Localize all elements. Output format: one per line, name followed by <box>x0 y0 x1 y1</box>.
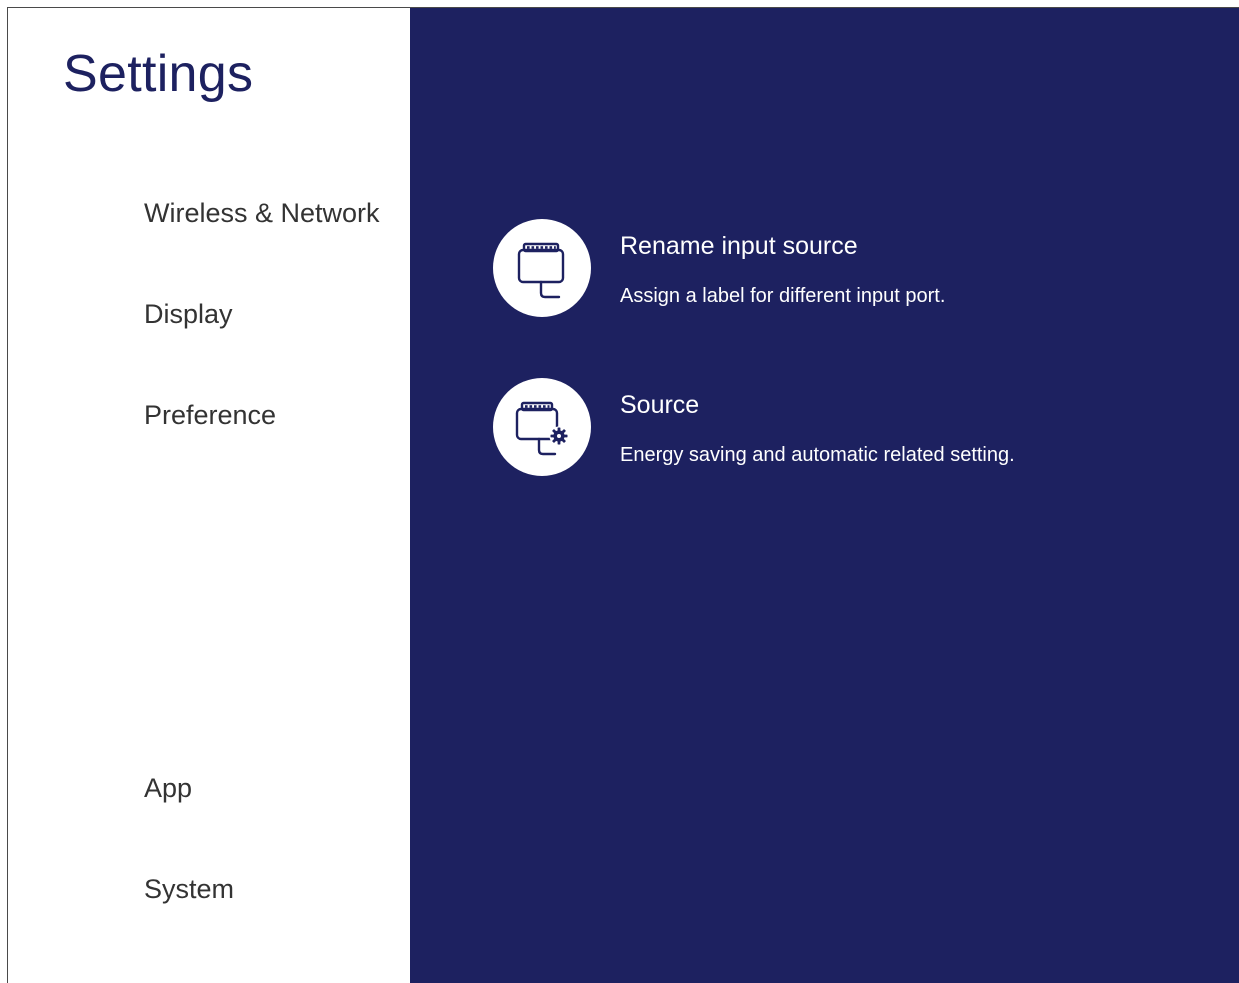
option-title: Rename input source <box>620 232 858 260</box>
page-title: Settings <box>63 45 254 103</box>
option-description: Energy saving and automatic related sett… <box>620 444 1015 466</box>
option-title: Source <box>620 391 700 419</box>
input-port-settings-icon <box>515 401 569 456</box>
sidebar: Settings Wireless & Network Display Pref… <box>8 8 410 983</box>
content-panel <box>410 8 1239 983</box>
gear-icon <box>549 426 569 446</box>
source-icon-button <box>493 378 591 476</box>
rename-input-source-icon-button <box>493 219 591 317</box>
settings-window: Settings Wireless & Network Display Pref… <box>7 7 1239 983</box>
sidebar-item-wireless-network[interactable]: Wireless & Network <box>144 198 380 229</box>
sidebar-background <box>8 8 410 983</box>
input-port-icon <box>517 242 565 299</box>
sidebar-item-app[interactable]: App <box>144 773 192 804</box>
option-description: Assign a label for different input port. <box>620 285 946 307</box>
sidebar-item-display[interactable]: Display <box>144 299 233 330</box>
sidebar-item-preference[interactable]: Preference <box>144 400 276 431</box>
sidebar-item-input-source[interactable]: Input source <box>144 586 293 617</box>
source-option[interactable]: Source Energy saving and automatic relat… <box>493 378 1133 478</box>
rename-input-source-option[interactable]: Rename input source Assign a label for d… <box>493 219 1133 319</box>
sidebar-item-system[interactable]: System <box>144 874 234 905</box>
